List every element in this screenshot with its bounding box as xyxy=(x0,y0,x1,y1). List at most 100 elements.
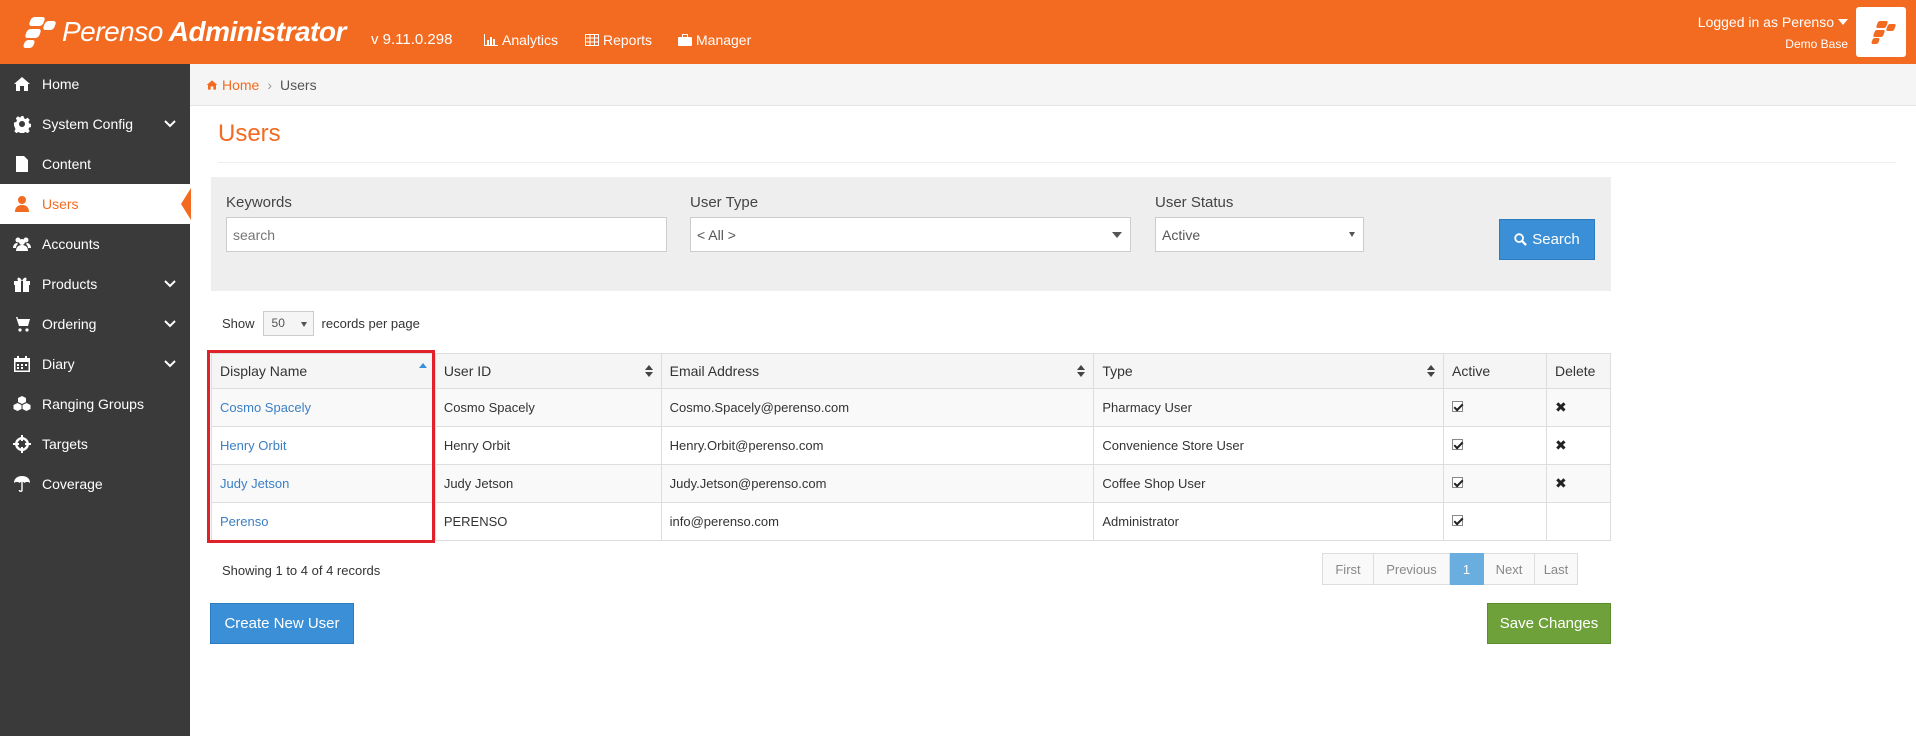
email-cell: info@perenso.com xyxy=(660,502,1095,541)
user-type-label: User Type xyxy=(690,194,759,211)
type-cell: Pharmacy User xyxy=(1093,388,1445,427)
sidebar-item-coverage[interactable]: Coverage xyxy=(0,464,190,504)
sidebar-item-users[interactable]: Users xyxy=(0,184,191,224)
sidebar-item-products[interactable]: Products xyxy=(0,264,190,304)
delete-icon[interactable]: ✖ xyxy=(1555,475,1567,491)
column-header-label: Active xyxy=(1452,363,1491,379)
active-checkbox[interactable] xyxy=(1452,401,1464,412)
keywords-label: Keywords xyxy=(226,194,292,211)
page-number-button[interactable]: 1 xyxy=(1450,553,1484,585)
keywords-input[interactable] xyxy=(226,217,667,252)
breadcrumb-home-label: Home xyxy=(222,76,260,93)
column-header-active: Active xyxy=(1443,353,1547,389)
column-header-user-id[interactable]: User ID xyxy=(434,353,662,389)
sidebar-item-label: Targets xyxy=(42,436,88,452)
user-status-select[interactable]: Active xyxy=(1155,217,1364,252)
per-page-value: 50 xyxy=(271,316,285,330)
breadcrumb-current: Users xyxy=(280,76,317,93)
sidebar-item-label: Coverage xyxy=(42,476,103,492)
briefcase-icon xyxy=(678,34,692,46)
nav-manager-label: Manager xyxy=(696,32,752,48)
sidebar-item-label: System Config xyxy=(42,116,134,132)
page-previous-button[interactable]: Previous xyxy=(1374,553,1450,585)
create-new-user-button[interactable]: Create New User xyxy=(210,603,354,644)
nav-reports[interactable]: Reports xyxy=(585,32,652,48)
chevron-down-icon xyxy=(164,317,176,333)
calendar-icon xyxy=(12,354,32,374)
per-page-suffix: records per page xyxy=(321,315,420,331)
sidebar-item-diary[interactable]: Diary xyxy=(0,344,190,384)
pagination: First Previous 1 Next Last xyxy=(1322,553,1578,585)
breadcrumb: Home › Users xyxy=(190,64,1916,106)
page-first-button[interactable]: First xyxy=(1322,553,1374,585)
bar-chart-icon xyxy=(484,34,498,46)
page-next-button[interactable]: Next xyxy=(1484,553,1535,585)
divider xyxy=(218,162,1896,163)
sidebar-item-system-config[interactable]: System Config xyxy=(0,104,190,144)
sidebar-item-label: Home xyxy=(42,76,80,92)
per-page-select[interactable]: 50 xyxy=(262,310,314,336)
chevron-right-icon: › xyxy=(267,76,273,93)
user-id-cell: Judy Jetson xyxy=(434,464,662,503)
sidebar-item-label: Users xyxy=(42,196,79,212)
brand-subtitle: Administrator xyxy=(168,16,347,47)
column-header-type[interactable]: Type xyxy=(1093,353,1445,389)
page-size-control: Show 50 records per page xyxy=(222,310,420,336)
search-button[interactable]: Search xyxy=(1499,219,1595,260)
umbrella-icon xyxy=(12,474,32,494)
sidebar-item-label: Ranging Groups xyxy=(42,396,144,412)
column-header-email[interactable]: Email Address xyxy=(660,353,1095,389)
delete-cell-empty xyxy=(1545,502,1612,541)
crosshairs-icon xyxy=(12,434,32,454)
email-cell: Henry.Orbit@perenso.com xyxy=(660,426,1095,465)
show-label: Show xyxy=(222,315,255,331)
sidebar-item-label: Accounts xyxy=(42,236,100,252)
active-checkbox[interactable] xyxy=(1452,515,1464,526)
nav-analytics[interactable]: Analytics xyxy=(484,32,558,48)
user-icon xyxy=(12,194,32,214)
sidebar-item-accounts[interactable]: Accounts xyxy=(0,224,190,264)
sidebar-item-targets[interactable]: Targets xyxy=(0,424,190,464)
active-checkbox[interactable] xyxy=(1452,439,1464,450)
gear-icon xyxy=(12,114,32,134)
version-label: v 9.11.0.298 xyxy=(371,31,453,48)
perenso-logo-icon xyxy=(22,15,58,49)
sidebar-item-label: Diary xyxy=(42,356,75,372)
gift-icon xyxy=(12,274,32,294)
brand-logo[interactable]: Perenso Administrator xyxy=(22,12,347,52)
sidebar-item-ranging-groups[interactable]: Ranging Groups xyxy=(0,384,190,424)
sidebar-item-content[interactable]: Content xyxy=(0,144,190,184)
avatar[interactable] xyxy=(1856,7,1906,57)
nav-manager[interactable]: Manager xyxy=(678,32,751,48)
home-icon xyxy=(12,74,32,94)
sort-icon xyxy=(1077,365,1086,377)
sort-icon xyxy=(644,365,653,377)
database-name: Demo Base xyxy=(1785,37,1848,51)
top-bar: Perenso Administrator v 9.11.0.298 Analyt… xyxy=(0,0,1916,64)
user-id-cell: Cosmo Spacely xyxy=(434,388,662,427)
breadcrumb-home[interactable]: Home xyxy=(206,77,259,93)
caret-down-icon xyxy=(1838,19,1848,25)
file-icon xyxy=(12,154,32,174)
table-icon xyxy=(585,34,599,46)
nav-analytics-label: Analytics xyxy=(502,32,559,48)
sidebar-item-ordering[interactable]: Ordering xyxy=(0,304,190,344)
page-last-button[interactable]: Last xyxy=(1535,553,1578,585)
delete-icon[interactable]: ✖ xyxy=(1555,399,1567,415)
user-id-cell: Henry Orbit xyxy=(434,426,662,465)
column-header-label: Delete xyxy=(1554,363,1596,379)
user-type-select[interactable]: < All > xyxy=(690,217,1131,252)
sort-icon xyxy=(1427,365,1436,377)
save-changes-button[interactable]: Save Changes xyxy=(1487,603,1611,644)
cart-icon xyxy=(12,314,32,334)
logged-in-label: Logged in as Perenso xyxy=(1697,14,1834,30)
column-header-delete: Delete xyxy=(1545,353,1612,389)
user-menu[interactable]: Logged in as Perenso Demo Base xyxy=(1698,14,1848,51)
active-checkbox[interactable] xyxy=(1452,477,1464,488)
display-name-column-highlight xyxy=(207,350,435,543)
user-id-cell: PERENSO xyxy=(434,502,662,541)
delete-icon[interactable]: ✖ xyxy=(1555,437,1567,453)
sidebar-item-home[interactable]: Home xyxy=(0,64,190,104)
email-cell: Judy.Jetson@perenso.com xyxy=(660,464,1095,503)
sidebar-item-label: Ordering xyxy=(42,316,97,332)
